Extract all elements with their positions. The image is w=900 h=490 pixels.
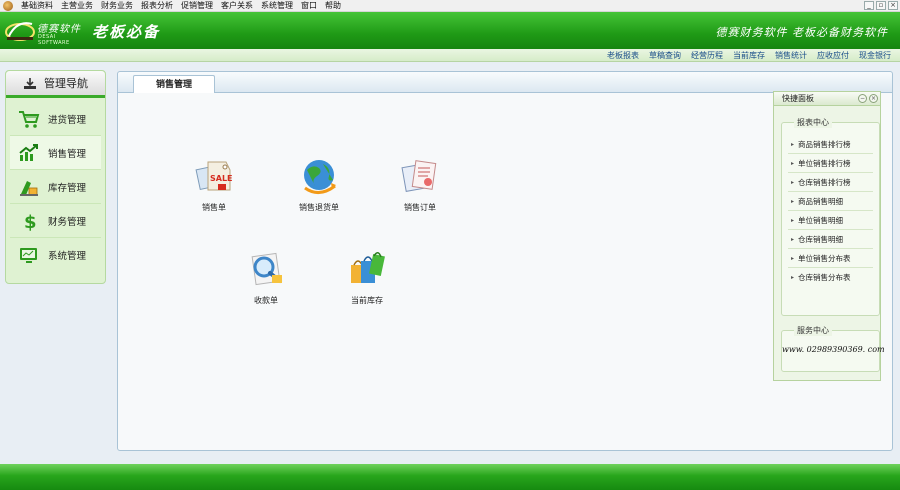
quick-links-bar: 老板报表 草稿查询 经营历程 当前库存 销售统计 应收应付 现金银行 — [0, 49, 900, 62]
nav-title: 管理导航 — [44, 77, 88, 90]
dollar-icon: $ — [18, 211, 40, 231]
menu-promotion[interactable]: 促销管理 — [177, 0, 217, 12]
bullet-arrow-icon: ▸ — [791, 178, 795, 186]
menu-customer-relations[interactable]: 客户关系 — [217, 0, 257, 12]
quick-panel-title: 快捷面板 — [782, 94, 814, 103]
func-current-stock[interactable]: 当前库存 — [332, 247, 402, 306]
svg-text:SALE: SALE — [210, 174, 233, 183]
order-docs-icon — [398, 154, 442, 198]
sidebar-item-label: 进货管理 — [48, 114, 87, 126]
func-label: 当前库存 — [351, 296, 383, 305]
report-item[interactable]: ▸ 单位销售明细 — [788, 211, 873, 230]
bullet-arrow-icon: ▸ — [791, 140, 795, 148]
header-right-slogan: 德赛财务软件 老板必备财务软件 — [715, 26, 888, 39]
func-label: 收款单 — [254, 296, 278, 305]
logo-text-cn: 德赛软件 — [37, 24, 81, 35]
bullet-arrow-icon: ▸ — [791, 254, 795, 262]
link-boss-report[interactable]: 老板报表 — [602, 50, 644, 61]
menu-bar: 基础资料 主营业务 财务业务 报表分析 促销管理 客户关系 系统管理 窗口 帮助… — [0, 0, 900, 12]
sidebar-item-purchase[interactable]: 进货管理 — [10, 102, 101, 136]
menu-main-business[interactable]: 主营业务 — [57, 0, 97, 12]
menu-report-analysis[interactable]: 报表分析 — [137, 0, 177, 12]
bullet-arrow-icon: ▸ — [791, 235, 795, 243]
menu-window[interactable]: 窗口 — [297, 0, 321, 12]
link-business-history[interactable]: 经营历程 — [686, 50, 728, 61]
report-item[interactable]: ▸ 仓库销售明细 — [788, 230, 873, 249]
func-label: 销售单 — [202, 203, 226, 212]
sidebar-item-label: 库存管理 — [48, 182, 87, 194]
report-item[interactable]: ▸ 商品销售排行榜 — [788, 135, 873, 154]
close-icon[interactable]: × — [869, 94, 878, 103]
header-banner: 德赛软件 DESAI SOFTWARE 老板必备 德赛财务软件 老板必备财务软件 — [0, 12, 900, 49]
tab-sales-management[interactable]: 销售管理 — [133, 75, 215, 93]
sidebar-item-finance[interactable]: $ 财务管理 — [10, 204, 101, 238]
func-sales-quote[interactable]: 销售订单 — [385, 154, 455, 213]
logo: 德赛软件 DESAI SOFTWARE — [5, 15, 85, 46]
shopping-cart-icon — [18, 109, 40, 129]
menu-basic-data[interactable]: 基础资料 — [17, 0, 57, 12]
quick-panel-header: 快捷面板 − × — [774, 92, 880, 106]
trend-chart-icon — [18, 143, 40, 163]
nav-header: 管理导航 — [6, 71, 105, 98]
restore-button[interactable]: ▫ — [876, 1, 886, 10]
bullet-arrow-icon: ▸ — [791, 216, 795, 224]
minimize-button[interactable]: _ — [864, 1, 874, 10]
window-controls: _ ▫ × — [864, 1, 898, 10]
header-slogan: 老板必备 — [92, 23, 161, 41]
shopping-bags-icon — [345, 247, 389, 291]
sidebar-item-inventory[interactable]: 库存管理 — [10, 170, 101, 204]
bullet-arrow-icon: ▸ — [791, 197, 795, 205]
tab-strip: 销售管理 — [118, 72, 892, 93]
func-label: 销售退货单 — [299, 203, 339, 212]
link-current-stock[interactable]: 当前库存 — [728, 50, 770, 61]
link-cash-bank[interactable]: 现金银行 — [854, 50, 896, 61]
func-label: 销售订单 — [404, 203, 436, 212]
monitor-icon — [18, 245, 40, 265]
close-button[interactable]: × — [888, 1, 898, 10]
sidebar-nav: 管理导航 进货管理 销售管理 库存管理 $ 财务管理 系统管理 — [5, 70, 106, 284]
report-item[interactable]: ▸ 商品销售明细 — [788, 192, 873, 211]
inventory-icon — [18, 177, 40, 197]
report-center-group: 报表中心 ▸ 商品销售排行榜 ▸ 单位销售排行榜 ▸ 仓库销售排行榜 ▸ 商品销售明细 … — [781, 117, 880, 316]
logo-mark-icon — [5, 22, 35, 41]
sidebar-item-system[interactable]: 系统管理 — [10, 238, 101, 272]
app-icon[interactable] — [3, 0, 13, 11]
func-sales-return[interactable]: 销售退货单 — [284, 154, 354, 213]
globe-return-icon — [297, 154, 341, 198]
svg-text:$: $ — [24, 212, 37, 231]
menu-finance-business[interactable]: 财务业务 — [97, 0, 137, 12]
sale-tag-icon: SALE — [192, 154, 236, 198]
status-bar — [0, 464, 900, 490]
service-phone[interactable]: www. 02989390369. com — [782, 345, 885, 354]
menu-help[interactable]: 帮助 — [321, 0, 345, 12]
logo-text-en: DESAI SOFTWARE — [38, 34, 70, 46]
magnifier-receipt-icon — [244, 247, 288, 291]
service-center-group: 服务中心 www. 02989390369. com — [781, 325, 885, 372]
menu-system[interactable]: 系统管理 — [257, 0, 297, 12]
service-center-title: 服务中心 — [794, 325, 832, 336]
sidebar-item-label: 系统管理 — [48, 251, 87, 262]
bullet-arrow-icon: ▸ — [791, 274, 795, 281]
link-sales-stats[interactable]: 销售统计 — [770, 50, 812, 61]
sidebar-item-label: 销售管理 — [48, 148, 87, 160]
report-item[interactable]: ▸ 单位销售排行榜 — [788, 154, 873, 173]
func-receipt[interactable]: 收款单 — [231, 247, 301, 306]
download-icon — [24, 77, 36, 89]
quick-panel: 快捷面板 − × 报表中心 ▸ 商品销售排行榜 ▸ 单位销售排行榜 ▸ 仓库销售排行榜… — [773, 91, 885, 381]
report-item[interactable]: ▸ 仓库销售排行榜 — [788, 173, 873, 192]
sidebar-item-label: 财务管理 — [48, 216, 87, 228]
report-item[interactable]: ▸ 仓库销售分布表 — [788, 268, 873, 287]
func-sales-order[interactable]: SALE 销售单 — [179, 154, 249, 213]
link-receivable-payable[interactable]: 应收应付 — [812, 50, 854, 61]
collapse-icon[interactable]: − — [858, 94, 867, 103]
report-item[interactable]: ▸ 单位销售分布表 — [788, 249, 873, 268]
sidebar-item-sales[interactable]: 销售管理 — [10, 136, 101, 170]
bullet-arrow-icon: ▸ — [791, 159, 795, 167]
report-center-title: 报表中心 — [794, 117, 832, 128]
link-draft-query[interactable]: 草稿查询 — [644, 50, 686, 61]
